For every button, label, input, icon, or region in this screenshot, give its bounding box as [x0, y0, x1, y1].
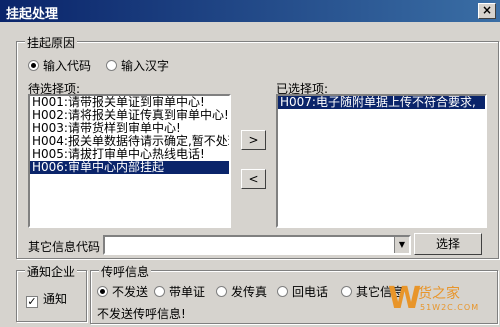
watermark-text: 货之家 — [418, 286, 460, 302]
call-option-fax[interactable]: 发传真 — [216, 283, 267, 300]
add-button[interactable]: > — [241, 130, 266, 150]
select-button[interactable]: 选择 — [414, 233, 482, 255]
input-chinese-label: 输入汉字 — [121, 59, 170, 73]
pending-list[interactable]: H001:请带报关单证到审单中心! H002:请将报关单证传真到审单中心! H0… — [28, 94, 231, 228]
call-status-text: 不发送传呼信息! — [97, 307, 186, 321]
call-option-none[interactable]: 不发送 — [97, 283, 148, 300]
list-item[interactable]: H007:电子随附单据上传不符合要求, — [278, 96, 485, 109]
radio-icon — [106, 60, 117, 71]
radio-icon — [341, 286, 352, 297]
radio-icon — [97, 286, 108, 297]
call-option-label: 发传真 — [231, 285, 268, 299]
reason-group-label: 挂起原因 — [25, 34, 78, 51]
title-bar: 挂起处理 × — [0, 0, 500, 22]
notify-label: 通知 — [43, 292, 68, 306]
radio-icon — [216, 286, 227, 297]
call-option-label: 不发送 — [112, 285, 149, 299]
call-option-documents[interactable]: 带单证 — [154, 283, 205, 300]
call-option-callback[interactable]: 回电话 — [277, 283, 328, 300]
notify-group-label: 通知企业 — [25, 263, 78, 280]
watermark-letter: W — [388, 281, 422, 316]
watermark-logo: W 货之家 51W2C.COM — [388, 281, 494, 319]
watermark-url: 51W2C.COM — [420, 303, 480, 312]
chevron-down-icon[interactable]: ▼ — [394, 237, 409, 253]
notify-checkbox[interactable]: ✓ 通知 — [26, 290, 67, 308]
input-chinese-radio[interactable]: 输入汉字 — [106, 57, 169, 74]
call-group-label: 传呼信息 — [99, 263, 152, 280]
input-code-label: 输入代码 — [43, 59, 92, 73]
chosen-list[interactable]: H007:电子随附单据上传不符合要求, — [276, 94, 487, 228]
check-icon: ✓ — [26, 295, 38, 308]
radio-icon — [28, 60, 39, 71]
radio-icon — [154, 286, 165, 297]
window-title: 挂起处理 — [6, 7, 59, 22]
call-option-label: 回电话 — [292, 285, 329, 299]
close-icon: × — [481, 3, 493, 17]
call-option-label: 带单证 — [169, 285, 206, 299]
input-code-radio[interactable]: 输入代码 — [28, 57, 91, 74]
radio-icon — [277, 286, 288, 297]
remove-button[interactable]: < — [241, 169, 266, 189]
close-button[interactable]: × — [478, 3, 496, 19]
other-info-combo[interactable]: ▼ — [103, 235, 411, 255]
other-info-label: 其它信息代码 — [28, 240, 101, 254]
list-item[interactable]: H006:审单中心内部挂起 — [30, 161, 229, 174]
